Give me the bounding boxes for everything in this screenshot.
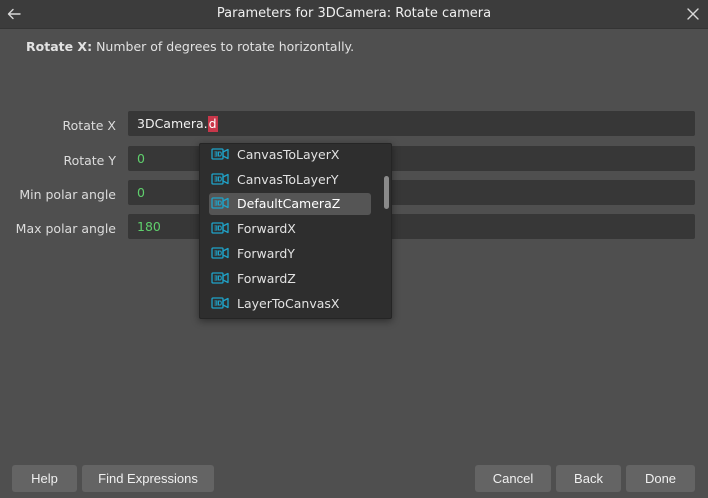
find-expressions-button[interactable]: Find Expressions [82,465,214,492]
autocomplete-item-label: ForwardX [237,221,296,236]
autocomplete-item[interactable]: ForwardY [209,243,371,265]
autocomplete-scrollbar[interactable] [384,176,389,209]
autocomplete-item[interactable]: ForwardX [209,218,371,240]
autocomplete-item-label: DefaultCameraZ [237,196,341,211]
done-button[interactable]: Done [626,465,695,492]
window-title: Parameters for 3DCamera: Rotate camera [216,6,492,21]
rotate-x-label: Rotate X [62,118,116,133]
close-icon[interactable] [685,6,701,22]
autocomplete-item-label: ForwardZ [237,271,296,286]
description-text: Number of degrees to rotate horizontally… [96,39,355,54]
autocomplete-dropdown[interactable]: CanvasToLayerX CanvasToLayerY DefaultCam… [199,143,392,319]
3d-camera-icon [211,222,229,234]
text-cursor-selection: d [207,116,218,132]
max-polar-angle-label: Max polar angle [15,221,116,236]
min-polar-angle-label: Min polar angle [19,187,116,202]
autocomplete-item[interactable]: CanvasToLayerY [209,169,371,191]
3d-camera-icon [211,272,229,284]
title-bar: Parameters for 3DCamera: Rotate camera [0,0,708,29]
3d-camera-icon [211,148,229,160]
autocomplete-item[interactable]: LayerToCanvasX [209,293,371,315]
rotate-x-value-prefix: 3DCamera. [137,116,208,131]
parameter-description: Rotate X: Number of degrees to rotate ho… [26,39,354,54]
back-button[interactable]: Back [556,465,621,492]
rotate-y-label: Rotate Y [63,153,116,168]
rotate-x-input[interactable]: 3DCamera.d [128,111,695,136]
3d-camera-icon [211,173,229,185]
autocomplete-item-label: CanvasToLayerY [237,172,339,187]
3d-camera-icon [211,247,229,259]
autocomplete-item-selected[interactable]: DefaultCameraZ [209,193,371,215]
autocomplete-item-label: ForwardY [237,246,295,261]
autocomplete-item-label: LayerToCanvasX [237,296,340,311]
help-button[interactable]: Help [12,465,77,492]
description-param-name: Rotate X: [26,39,93,54]
cancel-button[interactable]: Cancel [475,465,551,492]
3d-camera-icon [211,297,229,309]
3d-camera-icon [211,197,229,209]
autocomplete-item[interactable]: ForwardZ [209,268,371,290]
autocomplete-item[interactable]: CanvasToLayerX [209,144,371,166]
autocomplete-item-label: CanvasToLayerX [237,147,340,162]
